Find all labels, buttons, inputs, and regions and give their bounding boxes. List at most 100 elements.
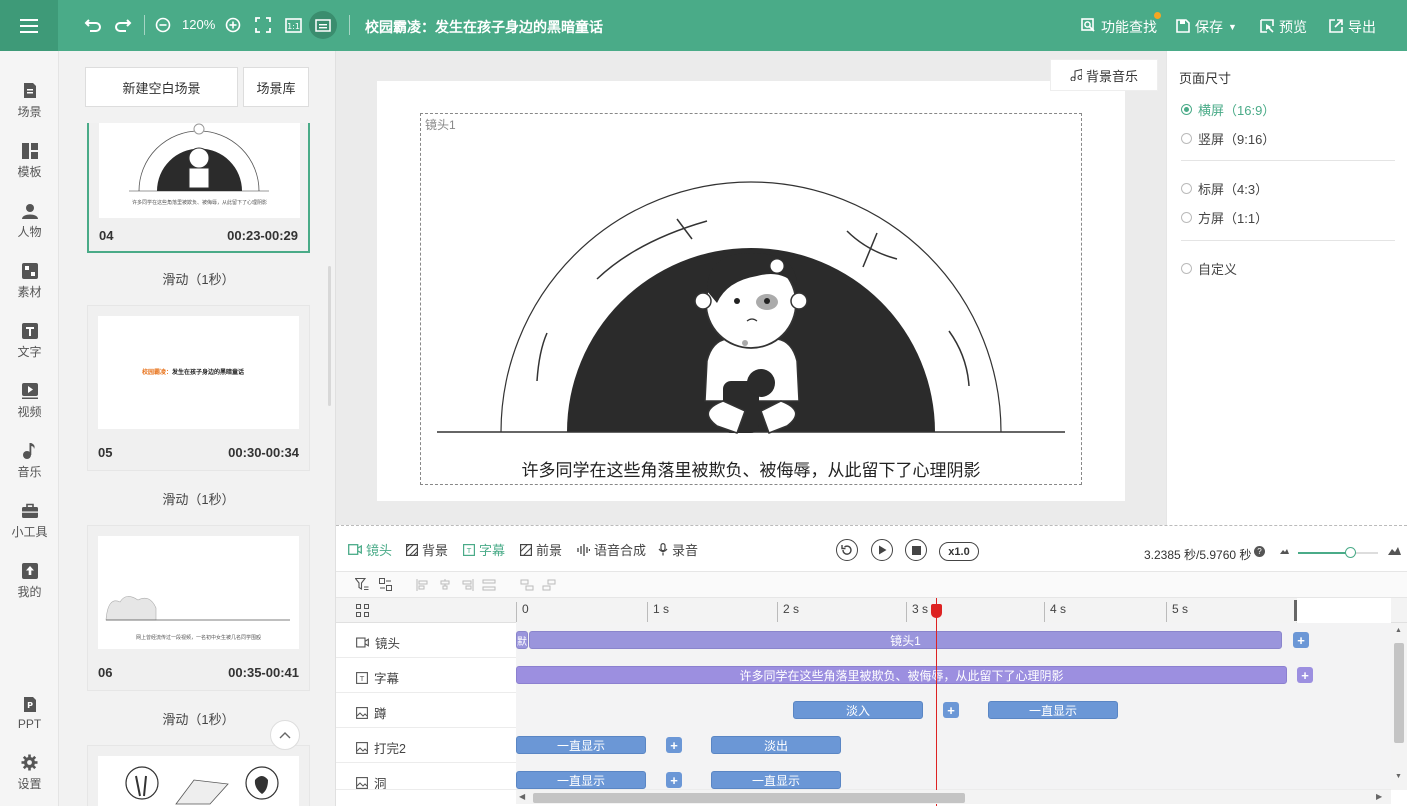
scrollbar-thumb[interactable] bbox=[1394, 643, 1404, 743]
stage-canvas[interactable]: 镜头1 许多同学在这些角落里被欺负、被侮辱，从此留下了心理阴影 bbox=[377, 81, 1125, 501]
align-left-icon[interactable] bbox=[416, 579, 430, 591]
scroll-right-icon[interactable]: ▶ bbox=[1376, 792, 1382, 801]
preview-button[interactable]: 预览 bbox=[1260, 17, 1307, 37]
save-button[interactable]: 保存 ▼ bbox=[1176, 17, 1237, 37]
track-area[interactable]: 一直显示 + 一直显示 bbox=[516, 763, 1391, 789]
nav-item-person[interactable]: 人物 bbox=[0, 191, 59, 251]
track-area[interactable]: 默 镜头1 + bbox=[516, 623, 1391, 658]
scene-panel-scrollbar[interactable] bbox=[328, 266, 331, 406]
menu-icon[interactable] bbox=[0, 0, 58, 51]
actual-size-icon[interactable]: 1:1 bbox=[283, 14, 303, 36]
time-ruler[interactable]: 0 1 s 2 s 3 s 4 s 5 s bbox=[336, 598, 1407, 623]
add-clip-button[interactable]: + bbox=[1297, 667, 1313, 683]
timeline-clip[interactable]: 默 bbox=[516, 631, 528, 649]
track-row-element[interactable]: 蹲 淡入 + 一直显示 bbox=[336, 693, 1407, 728]
scroll-up-button[interactable] bbox=[270, 720, 300, 750]
nav-item-toolbox[interactable]: 小工具 bbox=[0, 491, 59, 551]
align-right-icon[interactable] bbox=[460, 579, 474, 591]
tab-background[interactable]: 背景 bbox=[406, 540, 448, 559]
nav-item-scene[interactable]: 场景 bbox=[0, 71, 59, 131]
nav-item-video[interactable]: 视频 bbox=[0, 371, 59, 431]
timeline-clip[interactable]: 一直显示 bbox=[516, 771, 646, 789]
zoom-slider-handle[interactable] bbox=[1345, 547, 1356, 558]
playhead-handle[interactable] bbox=[931, 604, 942, 618]
scene-card[interactable]: 许多同学在这些角落里被欺负、被侮辱，从此留下了心理阴影 04 00:23-00:… bbox=[87, 123, 310, 253]
scroll-up-icon[interactable]: ▲ bbox=[1395, 627, 1402, 634]
ruler-track[interactable]: 0 1 s 2 s 3 s 4 s 5 s bbox=[516, 598, 1296, 623]
zoom-slider[interactable] bbox=[1298, 547, 1378, 558]
nav-item-material[interactable]: 素材 bbox=[0, 251, 59, 311]
option-square[interactable]: 方屏（1:1） bbox=[1181, 208, 1268, 227]
add-clip-button[interactable]: + bbox=[666, 772, 682, 788]
play-button[interactable] bbox=[871, 539, 893, 561]
zoom-in-icon[interactable] bbox=[223, 14, 243, 36]
track-row-element[interactable]: 打完2 一直显示 + 淡出 bbox=[336, 728, 1407, 763]
tab-subtitle[interactable]: T 字幕 bbox=[463, 540, 505, 559]
add-clip-button[interactable]: + bbox=[943, 702, 959, 718]
zoom-out-icon[interactable] bbox=[153, 14, 173, 36]
tab-foreground[interactable]: 前景 bbox=[520, 540, 562, 559]
scene-card[interactable] bbox=[87, 745, 310, 806]
track-row-element[interactable]: 洞 一直显示 + 一直显示 bbox=[336, 763, 1407, 790]
track-area[interactable]: 淡入 + 一直显示 bbox=[516, 693, 1391, 728]
timeline-clip[interactable]: 一直显示 bbox=[988, 701, 1118, 719]
scene-card[interactable]: 校园霸凌：发生在孩子身边的黑暗童话 05 00:30-00:34 bbox=[87, 305, 310, 471]
nav-item-mine[interactable]: 我的 bbox=[0, 551, 59, 611]
timeline-clip[interactable]: 一直显示 bbox=[516, 736, 646, 754]
nav-item-template[interactable]: 模板 bbox=[0, 131, 59, 191]
scroll-left-icon[interactable]: ◀ bbox=[519, 792, 525, 801]
scene-library-button[interactable]: 场景库 bbox=[243, 67, 309, 107]
playback-speed[interactable]: x1.0 bbox=[939, 542, 979, 561]
timeline-clip[interactable]: 许多同学在这些角落里被欺负、被侮辱，从此留下了心理阴影 bbox=[516, 666, 1287, 684]
tab-tts[interactable]: 语音合成 bbox=[577, 540, 646, 559]
redo-icon[interactable] bbox=[112, 14, 134, 36]
lens-frame[interactable]: 镜头1 bbox=[420, 113, 1082, 485]
scene-transition[interactable]: 滑动（1秒） bbox=[87, 269, 310, 288]
nav-item-settings[interactable]: 设置 bbox=[0, 743, 59, 803]
add-clip-button[interactable]: + bbox=[666, 737, 682, 753]
help-icon[interactable]: ? bbox=[1254, 546, 1265, 557]
fullscreen-icon[interactable] bbox=[253, 14, 273, 36]
track-area[interactable]: 一直显示 + 淡出 bbox=[516, 728, 1391, 763]
stop-button[interactable] bbox=[905, 539, 927, 561]
scroll-down-icon[interactable]: ▼ bbox=[1395, 773, 1402, 780]
tab-record[interactable]: 录音 bbox=[658, 540, 698, 559]
timeline-clip[interactable]: 镜头1 bbox=[529, 631, 1282, 649]
export-button[interactable]: 导出 bbox=[1329, 17, 1376, 37]
scene-card[interactable]: 网上曾经流传过一段视频，一名初中女生被几名同学围殴 06 00:35-00:41 bbox=[87, 525, 310, 691]
add-clip-button[interactable]: + bbox=[1293, 632, 1309, 648]
align-icon[interactable] bbox=[379, 578, 392, 591]
timeline-clip[interactable]: 淡入 bbox=[793, 701, 923, 719]
playhead-line[interactable] bbox=[936, 598, 937, 806]
align-center-icon[interactable] bbox=[438, 579, 452, 591]
timeline-clip[interactable]: 一直显示 bbox=[711, 771, 841, 789]
track-settings-icon[interactable] bbox=[356, 604, 369, 617]
track-row-subtitle[interactable]: T 字幕 许多同学在这些角落里被欺负、被侮辱，从此留下了心理阴影 + bbox=[336, 658, 1407, 693]
undo-icon[interactable] bbox=[82, 14, 104, 36]
nav-item-text[interactable]: 文字 bbox=[0, 311, 59, 371]
subtitle-mode-icon[interactable] bbox=[309, 11, 337, 39]
ungroup-icon[interactable] bbox=[542, 579, 556, 591]
nav-item-ppt[interactable]: P PPT bbox=[0, 683, 59, 743]
scene-transition[interactable]: 滑动（1秒） bbox=[87, 489, 310, 508]
track-row-lens[interactable]: 镜头 默 镜头1 + bbox=[336, 623, 1407, 658]
new-blank-scene-button[interactable]: 新建空白场景 bbox=[85, 67, 238, 107]
find-button[interactable]: 功能查找 bbox=[1081, 12, 1161, 37]
scrollbar-thumb[interactable] bbox=[533, 793, 965, 803]
filter-icon[interactable] bbox=[355, 578, 369, 591]
option-standard[interactable]: 标屏（4:3） bbox=[1181, 179, 1268, 198]
nav-item-music[interactable]: 音乐 bbox=[0, 431, 59, 491]
tab-lens[interactable]: 镜头 bbox=[348, 540, 392, 559]
horizontal-scrollbar[interactable]: ◀ bbox=[516, 790, 1391, 804]
subtitle-text[interactable]: 许多同学在这些角落里被欺负、被侮辱，从此留下了心理阴影 bbox=[377, 456, 1125, 481]
zoom-small-icon[interactable] bbox=[1280, 548, 1289, 554]
track-area[interactable]: 许多同学在这些角落里被欺负、被侮辱，从此留下了心理阴影 + bbox=[516, 658, 1391, 693]
background-music-button[interactable]: 背景音乐 bbox=[1050, 59, 1158, 91]
replay-button[interactable] bbox=[836, 539, 858, 561]
timeline-clip[interactable]: 淡出 bbox=[711, 736, 841, 754]
zoom-large-icon[interactable] bbox=[1388, 546, 1401, 555]
project-title[interactable]: 校园霸凌：发生在孩子身边的黑暗童话 bbox=[365, 17, 603, 37]
option-landscape[interactable]: 横屏（16:9） bbox=[1181, 100, 1275, 119]
option-portrait[interactable]: 竖屏（9:16） bbox=[1181, 129, 1275, 148]
option-custom[interactable]: 自定义 bbox=[1181, 259, 1237, 278]
